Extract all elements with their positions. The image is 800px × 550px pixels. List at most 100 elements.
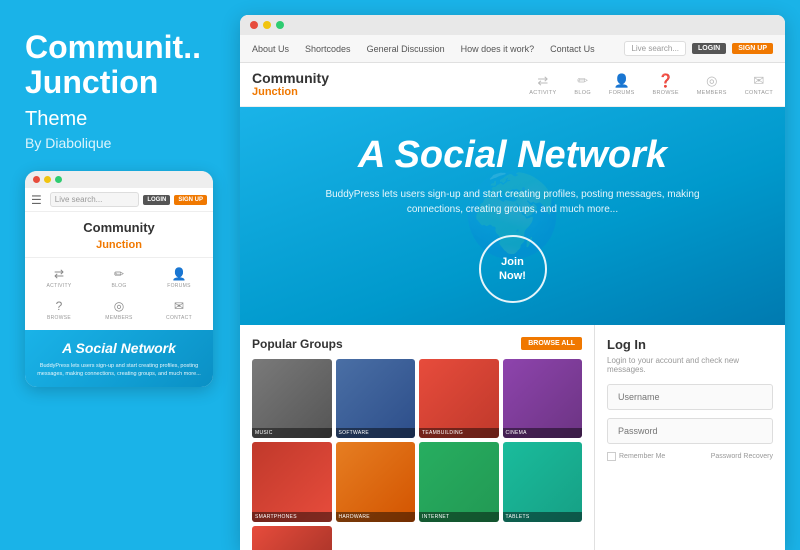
mobile-nav-bar: ☰ Live search... LOGIN SIGN UP: [25, 188, 213, 212]
mobile-icon-label-browse: BROWSE: [47, 315, 71, 321]
password-input[interactable]: [607, 418, 773, 444]
logo-icon-forums[interactable]: 👤 FORUMS: [609, 73, 635, 96]
logo-icon-browse[interactable]: ❓ BROWSE: [653, 73, 679, 96]
activity-icon: ⇄: [54, 267, 64, 281]
mobile-top-bar: [25, 171, 213, 188]
group-thumb-internet[interactable]: INTERNET: [419, 442, 499, 522]
logo-icon-label-blog: BLOG: [574, 90, 590, 96]
group-thumb-grills[interactable]: GRILLS: [252, 526, 332, 550]
theme-title: Communit.. Junction: [25, 30, 201, 100]
theme-by: By Diabolique: [25, 135, 111, 151]
nav-how[interactable]: How does it work?: [461, 44, 535, 54]
password-recovery-link[interactable]: Password Recovery: [711, 453, 773, 460]
remember-me-checkbox[interactable]: [607, 452, 616, 461]
group-label-software: SOFTWARE: [336, 428, 416, 438]
browser-dot-green: [276, 21, 284, 29]
browser-dot-yellow: [263, 21, 271, 29]
logo-icon-label-members: MEMBERS: [697, 90, 727, 96]
mobile-login-btn[interactable]: LOGIN: [143, 195, 170, 205]
login-footer: Remember Me Password Recovery: [607, 452, 773, 461]
group-label-smartphones: SMARTPHONES: [252, 512, 332, 522]
group-thumb-smartphones[interactable]: SMARTPHONES: [252, 442, 332, 522]
mobile-icon-label-blog: BLOG: [111, 283, 126, 289]
group-label-tablets: TABLETS: [503, 512, 583, 522]
mobile-icon-activity[interactable]: ⇄ ACTIVITY: [29, 262, 89, 294]
mobile-logo-area: Community Junction: [25, 212, 213, 258]
browse-icon: ?: [56, 299, 63, 313]
group-label-hardware: HARDWARE: [336, 512, 416, 522]
hero-section: 🌍 A Social Network BuddyPress lets users…: [240, 107, 785, 325]
site-nav: About Us Shortcodes General Discussion H…: [240, 35, 785, 63]
site-search-input[interactable]: Live search...: [624, 41, 686, 56]
site-signup-btn[interactable]: SIGN UP: [732, 43, 773, 54]
mobile-icon-label-contact: CONTACT: [166, 315, 192, 321]
group-thumb-cinema[interactable]: CINEMA: [503, 359, 583, 439]
contact-icon: ✉: [753, 73, 764, 89]
logo-community: Community: [252, 71, 329, 86]
logo-icon-contact[interactable]: ✉ CONTACT: [745, 73, 773, 96]
logo-junction: Junction: [252, 86, 329, 98]
mobile-dot-green: [55, 176, 62, 183]
logo-icon-members[interactable]: ◎ MEMBERS: [697, 73, 727, 96]
group-label-cinema: CINEMA: [503, 428, 583, 438]
nav-general[interactable]: General Discussion: [367, 44, 445, 54]
contact-icon: ✉: [174, 299, 184, 313]
group-thumb-hardware[interactable]: HARDWARE: [336, 442, 416, 522]
join-now-button[interactable]: JoinNow!: [479, 235, 547, 303]
mobile-icon-blog[interactable]: ✏ BLOG: [89, 262, 149, 294]
logo-icon-blog[interactable]: ✏ BLOG: [574, 73, 590, 96]
mobile-hero-text: BuddyPress lets users sign-up and start …: [33, 363, 205, 378]
mobile-hero: A Social Network BuddyPress lets users s…: [25, 330, 213, 386]
remember-me-container: Remember Me: [607, 452, 665, 461]
groups-title: Popular Groups: [252, 337, 343, 351]
mobile-logo-junction: Junction: [96, 239, 142, 251]
browser-mockup: About Us Shortcodes General Discussion H…: [240, 15, 785, 550]
logo-icon-activity[interactable]: ⇄ ACTIVITY: [529, 73, 556, 96]
nav-about[interactable]: About Us: [252, 44, 289, 54]
left-panel: Communit.. Junction Theme By Diabolique …: [0, 0, 240, 550]
mobile-icon-browse[interactable]: ? BROWSE: [29, 294, 89, 326]
members-icon: ◎: [114, 299, 124, 313]
group-label-music: MUSIC: [252, 428, 332, 438]
group-thumb-tablets[interactable]: TABLETS: [503, 442, 583, 522]
mobile-mockup: ☰ Live search... LOGIN SIGN UP Community…: [25, 171, 213, 386]
members-icon: ◎: [706, 73, 717, 89]
hero-title: A Social Network: [260, 135, 765, 177]
group-thumb-software[interactable]: SOFTWARE: [336, 359, 416, 439]
browse-icon: ❓: [658, 73, 674, 89]
group-label-teambuilding: TEAMBUILDING: [419, 428, 499, 438]
username-input[interactable]: [607, 384, 773, 410]
nav-shortcodes[interactable]: Shortcodes: [305, 44, 351, 54]
popular-groups: Popular Groups BROWSE ALL MUSIC SOFTWARE…: [240, 325, 595, 550]
mobile-signup-btn[interactable]: SIGN UP: [174, 195, 207, 205]
activity-icon: ⇄: [537, 73, 548, 89]
logo-bar: Community Junction ⇄ ACTIVITY ✏ BLOG 👤 F…: [240, 63, 785, 107]
mobile-icons-grid: ⇄ ACTIVITY ✏ BLOG 👤 FORUMS ? BROWSE ◎ ME…: [25, 258, 213, 330]
logo-icon-label-activity: ACTIVITY: [529, 90, 556, 96]
logo-icon-label-contact: CONTACT: [745, 90, 773, 96]
browser-top-bar: [240, 15, 785, 35]
browser-content: About Us Shortcodes General Discussion H…: [240, 35, 785, 550]
login-subtitle: Login to your account and check new mess…: [607, 356, 773, 374]
site-nav-right: Live search... LOGIN SIGN UP: [624, 41, 773, 56]
mobile-hero-title: A Social Network: [33, 340, 205, 357]
nav-contact[interactable]: Contact Us: [550, 44, 595, 54]
blog-icon: ✏: [577, 73, 588, 89]
group-thumb-music[interactable]: MUSIC: [252, 359, 332, 439]
mobile-icon-forums[interactable]: 👤 FORUMS: [149, 262, 209, 294]
groups-grid: MUSIC SOFTWARE TEAMBUILDING CINEMA SMART…: [252, 359, 582, 550]
group-label-internet: INTERNET: [419, 512, 499, 522]
mobile-icon-label-forums: FORUMS: [167, 283, 190, 289]
mobile-icon-contact[interactable]: ✉ CONTACT: [149, 294, 209, 326]
mobile-dot-yellow: [44, 176, 51, 183]
site-login-btn[interactable]: LOGIN: [692, 43, 726, 54]
logo-icon-label-forums: FORUMS: [609, 90, 635, 96]
browser-dot-red: [250, 21, 258, 29]
browse-all-button[interactable]: BROWSE ALL: [521, 337, 582, 350]
group-thumb-teambuilding[interactable]: TEAMBUILDING: [419, 359, 499, 439]
blog-icon: ✏: [114, 267, 124, 281]
mobile-icon-members[interactable]: ◎ MEMBERS: [89, 294, 149, 326]
forums-icon: 👤: [614, 73, 630, 89]
login-panel: Log In Login to your account and check n…: [595, 325, 785, 550]
mobile-search: Live search...: [50, 192, 140, 207]
